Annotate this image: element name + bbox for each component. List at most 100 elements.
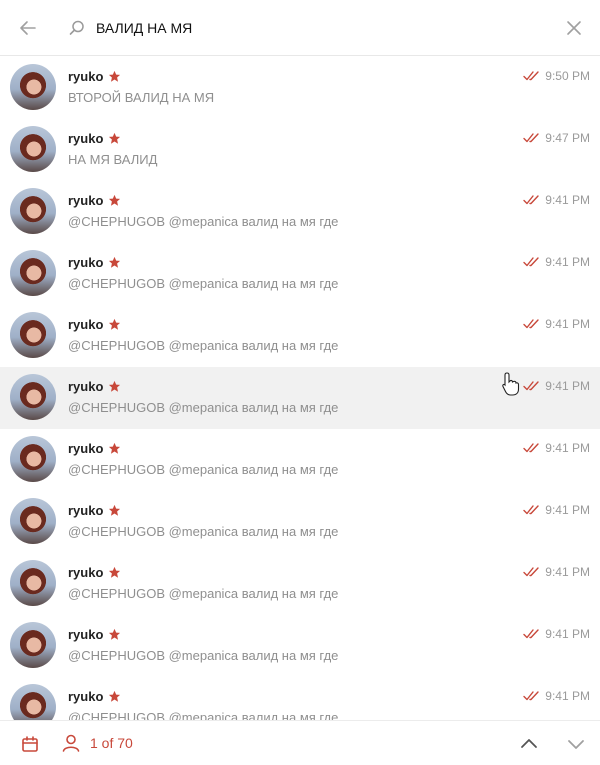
search-result-row[interactable]: ryuko @CHEPHUGOB @mepanica валид на мя г… bbox=[0, 491, 600, 553]
result-counter: 1 of 70 bbox=[90, 735, 133, 751]
message-time: 9:41 PM bbox=[545, 503, 590, 517]
pointer-cursor-icon bbox=[502, 372, 520, 396]
name-line: ryuko bbox=[68, 253, 121, 271]
search-input[interactable] bbox=[96, 14, 536, 42]
clear-search-button[interactable] bbox=[560, 14, 588, 42]
sender-name: ryuko bbox=[68, 192, 104, 208]
avatar bbox=[10, 684, 56, 720]
message-time: 9:41 PM bbox=[545, 689, 590, 703]
message-meta: 9:41 PM bbox=[523, 191, 590, 209]
sender-name: ryuko bbox=[68, 502, 104, 518]
avatar bbox=[10, 436, 56, 482]
search-result-row[interactable]: ryuko ВТОРОЙ ВАЛИД НА МЯ 9:50 PM bbox=[0, 57, 600, 119]
star-icon bbox=[109, 318, 121, 330]
message-meta: 9:41 PM bbox=[523, 377, 590, 395]
star-icon bbox=[109, 690, 121, 702]
message-time: 9:41 PM bbox=[545, 379, 590, 393]
sender-name: ryuko bbox=[68, 254, 104, 270]
message-meta: 9:41 PM bbox=[523, 501, 590, 519]
avatar bbox=[10, 188, 56, 234]
calendar-icon[interactable] bbox=[19, 733, 41, 755]
message-time: 9:41 PM bbox=[545, 565, 590, 579]
search-result-row[interactable]: ryuko @CHEPHUGOB @mepanica валид на мя г… bbox=[0, 677, 600, 720]
message-meta: 9:41 PM bbox=[523, 315, 590, 333]
name-line: ryuko bbox=[68, 377, 121, 395]
double-check-icon bbox=[523, 505, 539, 515]
search-result-row[interactable]: ryuko @CHEPHUGOB @mepanica валид на мя г… bbox=[0, 181, 600, 243]
close-icon bbox=[567, 21, 581, 35]
search-result-row[interactable]: ryuko @CHEPHUGOB @mepanica валид на мя г… bbox=[0, 367, 600, 429]
search-result-row[interactable]: ryuko @CHEPHUGOB @mepanica валид на мя г… bbox=[0, 305, 600, 367]
message-preview: @CHEPHUGOB @mepanica валид на мя где bbox=[68, 400, 339, 415]
name-line: ryuko bbox=[68, 563, 121, 581]
message-preview: @CHEPHUGOB @mepanica валид на мя где bbox=[68, 524, 339, 539]
star-icon bbox=[109, 504, 121, 516]
user-icon[interactable] bbox=[60, 732, 82, 754]
name-line: ryuko bbox=[68, 687, 121, 705]
arrow-left-icon bbox=[20, 21, 36, 35]
double-check-icon bbox=[523, 381, 539, 391]
sender-name: ryuko bbox=[68, 130, 104, 146]
message-time: 9:41 PM bbox=[545, 627, 590, 641]
star-icon bbox=[109, 256, 121, 268]
sender-name: ryuko bbox=[68, 688, 104, 704]
search-icon bbox=[69, 20, 84, 35]
message-time: 9:50 PM bbox=[545, 69, 590, 83]
double-check-icon bbox=[523, 71, 539, 81]
double-check-icon bbox=[523, 133, 539, 143]
double-check-icon bbox=[523, 195, 539, 205]
search-results-list: ryuko ВТОРОЙ ВАЛИД НА МЯ 9:50 PM ryuko Н… bbox=[0, 57, 600, 720]
star-icon bbox=[109, 194, 121, 206]
search-result-row[interactable]: ryuko @CHEPHUGOB @mepanica валид на мя г… bbox=[0, 243, 600, 305]
message-preview: НА МЯ ВАЛИД bbox=[68, 152, 158, 167]
message-time: 9:41 PM bbox=[545, 317, 590, 331]
sender-name: ryuko bbox=[68, 378, 104, 394]
star-icon bbox=[109, 628, 121, 640]
search-result-row[interactable]: ryuko НА МЯ ВАЛИД 9:47 PM bbox=[0, 119, 600, 181]
message-meta: 9:50 PM bbox=[523, 67, 590, 85]
message-meta: 9:41 PM bbox=[523, 563, 590, 581]
avatar bbox=[10, 64, 56, 110]
double-check-icon bbox=[523, 257, 539, 267]
name-line: ryuko bbox=[68, 67, 121, 85]
message-preview: @CHEPHUGOB @mepanica валид на мя где bbox=[68, 648, 339, 663]
sender-name: ryuko bbox=[68, 564, 104, 580]
star-icon bbox=[109, 70, 121, 82]
double-check-icon bbox=[523, 567, 539, 577]
name-line: ryuko bbox=[68, 315, 121, 333]
message-preview: @CHEPHUGOB @mepanica валид на мя где bbox=[68, 214, 339, 229]
back-button[interactable] bbox=[14, 14, 42, 42]
message-time: 9:41 PM bbox=[545, 441, 590, 455]
double-check-icon bbox=[523, 629, 539, 639]
star-icon bbox=[109, 442, 121, 454]
sender-name: ryuko bbox=[68, 626, 104, 642]
star-icon bbox=[109, 566, 121, 578]
message-meta: 9:41 PM bbox=[523, 687, 590, 705]
search-bar bbox=[0, 0, 600, 56]
sender-name: ryuko bbox=[68, 316, 104, 332]
avatar bbox=[10, 560, 56, 606]
search-result-row[interactable]: ryuko @CHEPHUGOB @mepanica валид на мя г… bbox=[0, 553, 600, 615]
chevron-up-icon[interactable] bbox=[517, 732, 541, 756]
message-time: 9:41 PM bbox=[545, 255, 590, 269]
message-meta: 9:41 PM bbox=[523, 439, 590, 457]
sender-name: ryuko bbox=[68, 68, 104, 84]
double-check-icon bbox=[523, 443, 539, 453]
message-meta: 9:41 PM bbox=[523, 253, 590, 271]
avatar bbox=[10, 126, 56, 172]
star-icon bbox=[109, 380, 121, 392]
message-meta: 9:47 PM bbox=[523, 129, 590, 147]
search-footer: 1 of 70 bbox=[0, 720, 600, 765]
search-result-row[interactable]: ryuko @CHEPHUGOB @mepanica валид на мя г… bbox=[0, 615, 600, 677]
search-result-row[interactable]: ryuko @CHEPHUGOB @mepanica валид на мя г… bbox=[0, 429, 600, 491]
message-preview: @CHEPHUGOB @mepanica валид на мя где bbox=[68, 710, 339, 720]
avatar bbox=[10, 622, 56, 668]
message-preview: @CHEPHUGOB @mepanica валид на мя где bbox=[68, 276, 339, 291]
message-preview: @CHEPHUGOB @mepanica валид на мя где bbox=[68, 586, 339, 601]
name-line: ryuko bbox=[68, 625, 121, 643]
name-line: ryuko bbox=[68, 129, 121, 147]
name-line: ryuko bbox=[68, 501, 121, 519]
chevron-down-icon[interactable] bbox=[564, 732, 588, 756]
double-check-icon bbox=[523, 691, 539, 701]
avatar bbox=[10, 312, 56, 358]
